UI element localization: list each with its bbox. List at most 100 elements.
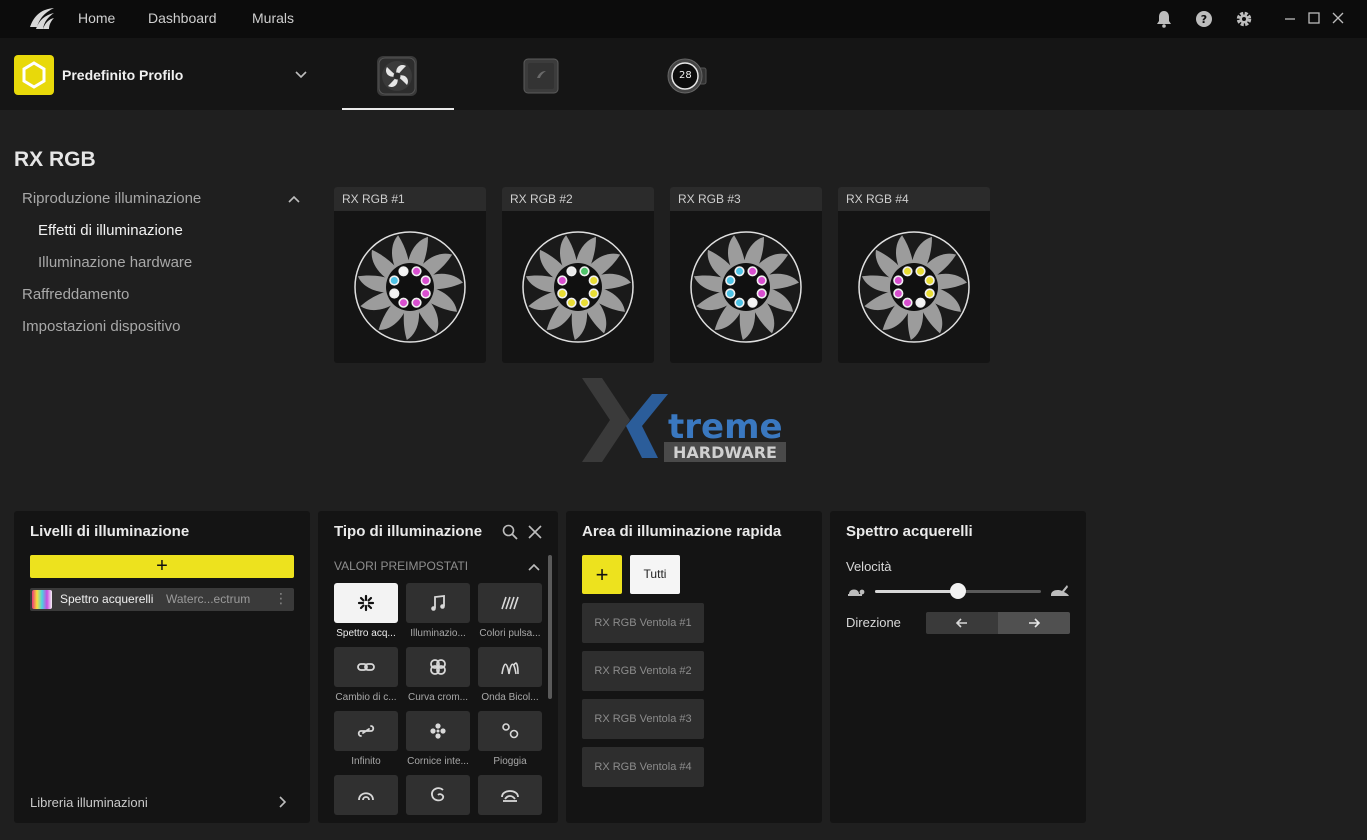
fan-preview	[858, 231, 970, 343]
direction-label: Direzione	[846, 615, 901, 630]
close-icon[interactable]	[1330, 10, 1346, 26]
arrow-right-icon	[1029, 618, 1041, 628]
profile-badge[interactable]	[14, 55, 54, 95]
tile-label: Pioggia	[493, 756, 527, 767]
tile-label: Curva crom...	[407, 692, 468, 703]
fan-led	[924, 275, 935, 286]
zone-button-fan-2[interactable]: RX RGB Ventola #2	[582, 651, 704, 691]
tile-infinity[interactable]	[334, 711, 398, 751]
tile-bicolor-wave[interactable]	[478, 647, 542, 687]
layer-menu-icon[interactable]: ⋮	[274, 590, 288, 607]
fan-card-2[interactable]: RX RGB #2	[502, 187, 654, 363]
corsair-logo-icon[interactable]	[28, 7, 56, 31]
turtle-slow-icon	[848, 589, 865, 596]
sidebar-item-hardware-lighting[interactable]: Illuminazione hardware	[38, 254, 192, 271]
profile-name[interactable]: Predefinito Profilo	[62, 67, 183, 83]
fan-hub	[890, 263, 938, 311]
layer-color-swatch	[32, 590, 52, 609]
fan-led	[747, 297, 758, 308]
minimize-icon[interactable]	[1282, 10, 1298, 26]
link-icon	[357, 663, 375, 671]
fan-led	[557, 275, 568, 286]
fan-card-4[interactable]: RX RGB #4	[838, 187, 990, 363]
fan-hub	[554, 263, 602, 311]
tile-inner-frame[interactable]	[406, 711, 470, 751]
maximize-icon[interactable]	[1306, 10, 1322, 26]
nav-dashboard[interactable]: Dashboard	[148, 10, 217, 26]
chevron-up-icon[interactable]	[287, 193, 301, 205]
arc-icon	[358, 792, 374, 801]
tile-layers[interactable]	[478, 775, 542, 815]
fan-led	[579, 266, 590, 277]
fan-card-label: RX RGB #3	[670, 187, 822, 211]
fan-card-3[interactable]: RX RGB #3	[670, 187, 822, 363]
zone-button-fan-1[interactable]: RX RGB Ventola #1	[582, 603, 704, 643]
scrollbar[interactable]	[548, 555, 552, 699]
fan-led	[756, 275, 767, 286]
zone-button-fan-3[interactable]: RX RGB Ventola #3	[582, 699, 704, 739]
sidebar-item-lighting-playback[interactable]: Riproduzione illuminazione	[22, 190, 201, 207]
tile-label: Cambio di c...	[335, 692, 397, 703]
tile-label: Colori pulsa...	[479, 628, 541, 639]
fan-led	[588, 288, 599, 299]
settings-gear-icon[interactable]	[1235, 10, 1253, 28]
fan-led	[893, 275, 904, 286]
infinity-icon	[357, 725, 375, 737]
pulse-icon	[501, 596, 519, 610]
sidebar-item-device-settings[interactable]: Impostazioni dispositivo	[22, 318, 180, 335]
fan-led	[915, 266, 926, 277]
tile-arc[interactable]	[334, 775, 398, 815]
svg-text:?: ?	[1201, 13, 1207, 26]
tile-watercolor-spectrum[interactable]	[334, 583, 398, 623]
lighting-type-panel: Tipo di illuminazione VALORI PREIMPOSTAT…	[318, 511, 558, 823]
sidebar-item-lighting-effects[interactable]: Effetti di illuminazione	[38, 222, 183, 239]
help-icon[interactable]: ?	[1195, 10, 1213, 28]
direction-right-button[interactable]	[998, 612, 1070, 634]
lighting-library-link[interactable]: Libreria illuminazioni	[30, 795, 148, 810]
fan-preview	[354, 231, 466, 343]
fan-preview	[522, 231, 634, 343]
fan-led	[924, 288, 935, 299]
tile-spiral[interactable]	[406, 775, 470, 815]
tile-rain[interactable]	[478, 711, 542, 751]
panel-title: Spettro acquerelli	[846, 523, 973, 540]
close-icon[interactable]	[527, 524, 543, 540]
presets-section-label: VALORI PREIMPOSTATI	[334, 559, 469, 573]
layer-name: Spettro acquerelli	[60, 592, 154, 606]
fan-card-1[interactable]: RX RGB #1	[334, 187, 486, 363]
panel-title: Tipo di illuminazione	[334, 523, 483, 540]
add-layer-button[interactable]: +	[30, 555, 294, 578]
device-tab-fans[interactable]	[377, 56, 417, 96]
direction-left-button[interactable]	[926, 612, 998, 634]
sidebar-item-cooling[interactable]: Raffreddamento	[22, 286, 129, 303]
speed-slider-knob[interactable]	[950, 583, 966, 599]
tile-pulse-colors[interactable]	[478, 583, 542, 623]
device-tab-hub[interactable]	[521, 56, 561, 96]
all-zones-button[interactable]: Tutti	[630, 555, 680, 594]
music-icon	[431, 594, 445, 611]
tile-chroma-curve[interactable]	[406, 647, 470, 687]
chevron-right-icon[interactable]	[276, 795, 288, 809]
add-zone-button[interactable]: +	[582, 555, 622, 594]
tile-music-lighting[interactable]	[406, 583, 470, 623]
cooler-temperature-readout: 28	[679, 70, 692, 81]
notification-bell-icon[interactable]	[1155, 10, 1173, 28]
tile-color-change[interactable]	[334, 647, 398, 687]
fan-led	[557, 288, 568, 299]
fan-led	[915, 297, 926, 308]
fan-led	[389, 288, 400, 299]
nav-home[interactable]: Home	[78, 10, 115, 26]
chevron-up-icon[interactable]	[527, 561, 541, 573]
fan-led	[411, 266, 422, 277]
fan-led	[756, 288, 767, 299]
lighting-layers-panel: Livelli di illuminazione + Spettro acque…	[14, 511, 310, 823]
layer-item[interactable]: Spettro acquerelli Waterc...ectrum ⋮	[30, 588, 294, 611]
wave-icon	[501, 662, 519, 675]
zone-button-fan-4[interactable]: RX RGB Ventola #4	[582, 747, 704, 787]
page-title: RX RGB	[14, 148, 96, 171]
search-icon[interactable]	[502, 524, 518, 540]
device-tab-cooler[interactable]: 28	[666, 56, 707, 96]
fan-led	[398, 266, 409, 277]
chevron-down-icon[interactable]	[294, 68, 308, 82]
nav-murals[interactable]: Murals	[252, 10, 294, 26]
